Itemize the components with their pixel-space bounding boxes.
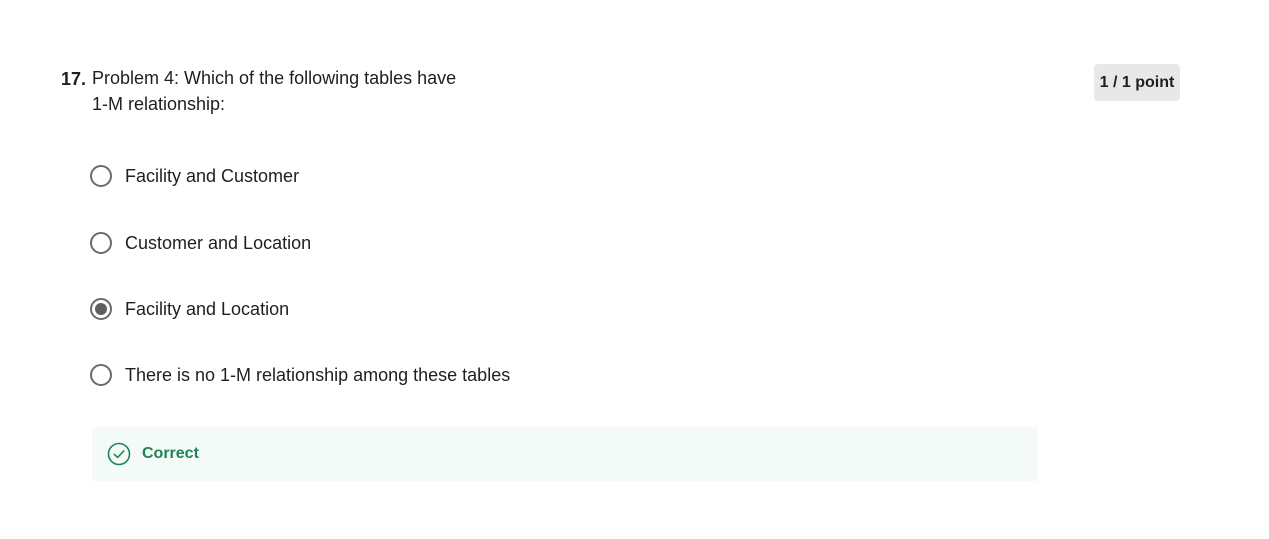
radio-button-selected[interactable] (90, 298, 112, 320)
feedback-banner: Correct (92, 427, 1037, 481)
radio-selected-dot (95, 303, 107, 315)
option-facility-location[interactable]: Facility and Location (90, 294, 289, 324)
question-text-line-1: Problem 4: Which of the following tables… (92, 68, 457, 88)
question-number: 17. (61, 69, 87, 89)
option-label: Facility and Customer (125, 166, 300, 186)
question-text-line-2: 1-M relationship: (92, 94, 226, 114)
option-label: Customer and Location (125, 233, 312, 253)
option-facility-customer[interactable]: Facility and Customer (90, 161, 299, 191)
option-no-relationship[interactable]: There is no 1-M relationship among these… (90, 360, 510, 390)
quiz-question-page: 17. Problem 4: Which of the following ta… (0, 0, 1269, 539)
option-label: Facility and Location (125, 299, 290, 319)
check-circle-icon (107, 442, 131, 466)
radio-button[interactable] (90, 364, 112, 386)
option-label: There is no 1-M relationship among these… (125, 365, 511, 385)
feedback-status: Correct (142, 445, 199, 462)
radio-button[interactable] (90, 232, 112, 254)
radio-button[interactable] (90, 165, 112, 187)
option-customer-location[interactable]: Customer and Location (90, 228, 311, 258)
points-badge: 1 / 1 point (1094, 64, 1180, 101)
question-text: Problem 4: Which of the following tables… (92, 65, 512, 117)
